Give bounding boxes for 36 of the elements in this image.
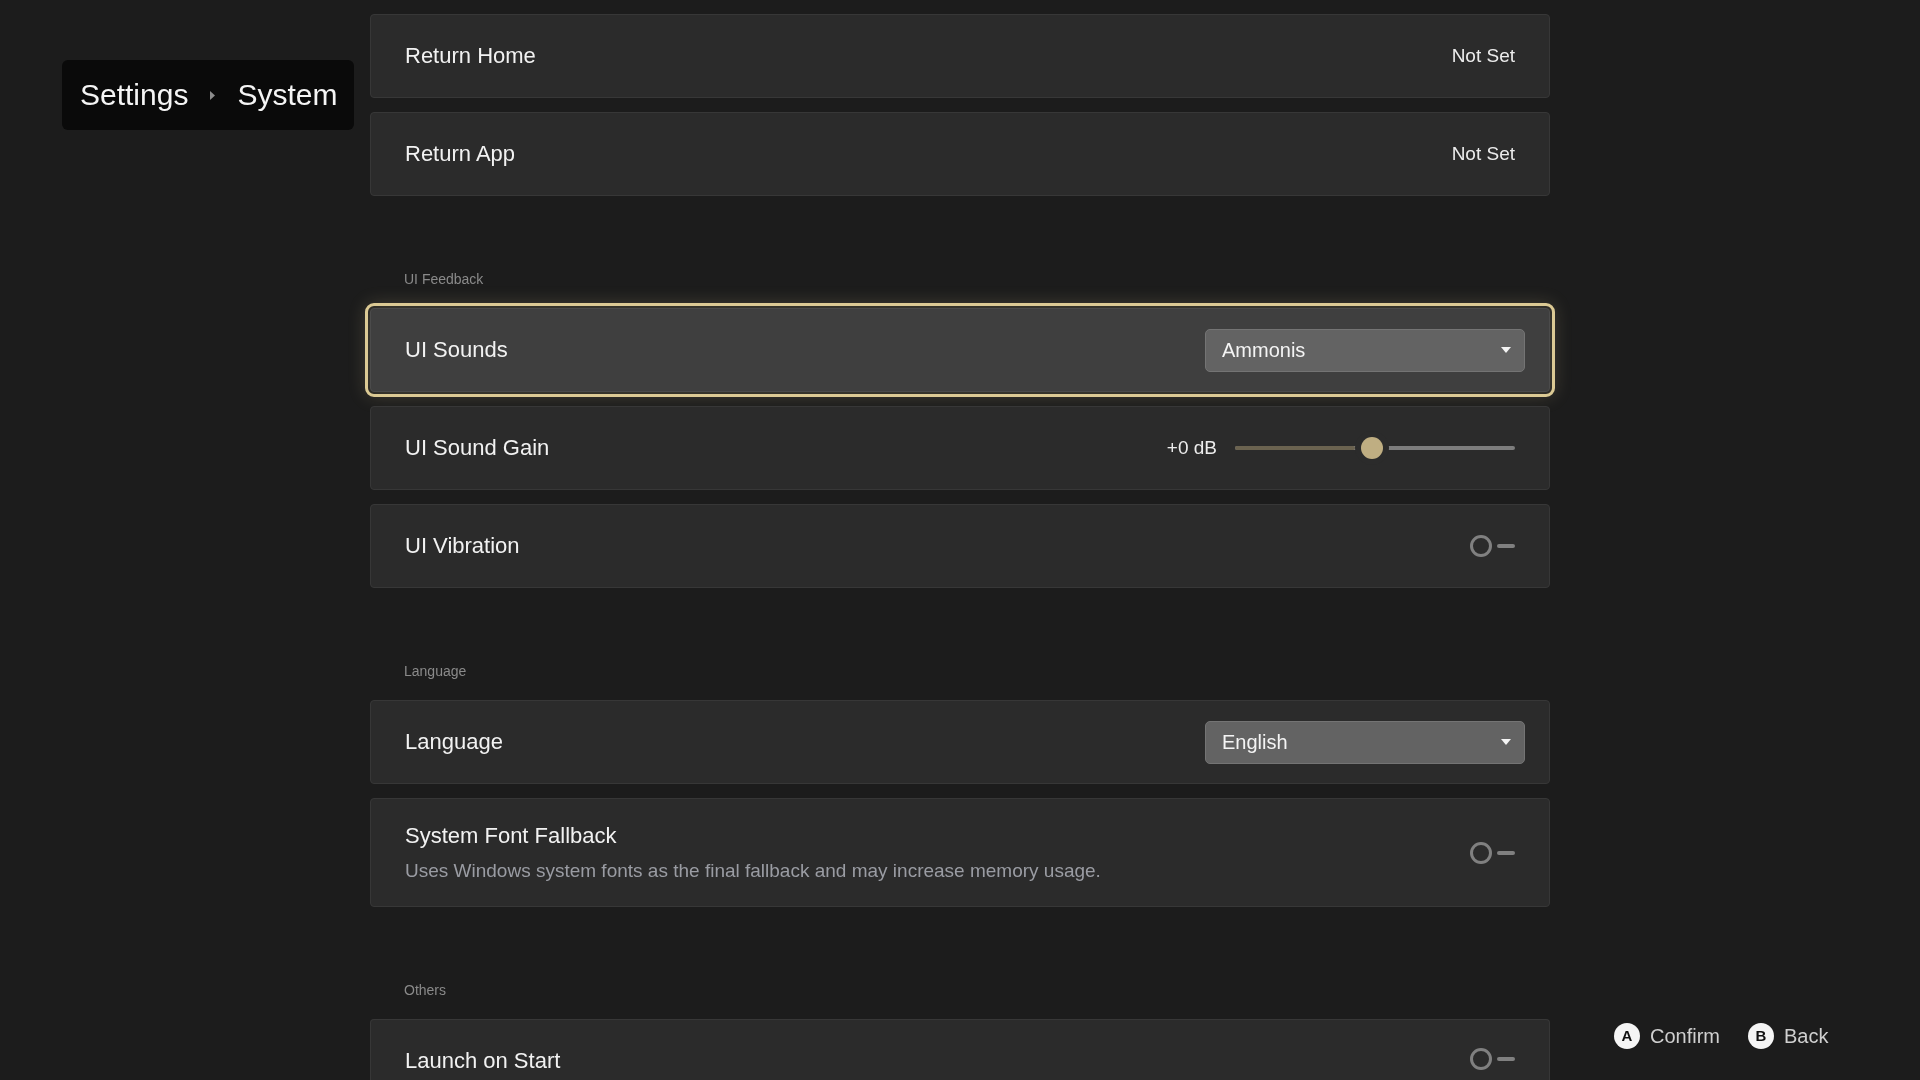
setting-row[interactable]: UI Vibration	[370, 504, 1550, 588]
dropdown-select[interactable]: Ammonis	[1205, 328, 1525, 372]
gain-reading: +0 dB	[1166, 435, 1217, 460]
toggle-switch[interactable]	[1469, 534, 1515, 558]
caret-down-icon	[1501, 347, 1511, 353]
setting-row[interactable]: System Font Fallback Uses Windows system fonts as the final fallback and may increase memory usage.	[370, 798, 1550, 907]
setting-description: Uses Windows system fonts as the final fallback and may increase memory usage.	[405, 859, 1101, 883]
setting-row[interactable]: UI Sound Gain +0 dB	[370, 406, 1550, 490]
section-heading: UI Feedback	[404, 270, 484, 288]
toggle-switch[interactable]	[1469, 1047, 1515, 1071]
key-glyph: A	[1614, 1023, 1640, 1049]
hint-label[interactable]: Confirm	[1650, 1021, 1720, 1051]
setting-label: UI Vibration	[405, 532, 520, 560]
setting-row[interactable]: Return Home Not Set	[370, 14, 1550, 98]
key-glyph: B	[1748, 1023, 1774, 1049]
setting-row[interactable]: Language English	[370, 700, 1550, 784]
dropdown-select[interactable]: English	[1205, 720, 1525, 764]
toggle-switch[interactable]	[1469, 840, 1515, 865]
setting-row[interactable]: Launch on Start	[370, 1019, 1550, 1080]
setting-label: UI Sounds	[405, 336, 508, 364]
setting-label: Return Home	[405, 42, 536, 70]
setting-value: Not Set	[1451, 141, 1515, 166]
setting-row[interactable]: Return App Not Set	[370, 112, 1550, 196]
setting-label: Language	[405, 728, 503, 756]
breadcrumb-item[interactable]: System	[237, 77, 338, 113]
section-heading: Language	[404, 662, 467, 680]
hint-label[interactable]: Back	[1784, 1021, 1829, 1051]
breadcrumb-item[interactable]: Settings	[80, 77, 189, 113]
setting-value: Not Set	[1451, 43, 1515, 68]
setting-label: System Font Fallback	[405, 822, 618, 850]
caret-down-icon	[1501, 739, 1511, 745]
setting-label: Launch on Start	[405, 1047, 561, 1075]
caret-right-icon	[210, 90, 216, 100]
section-heading: Others	[404, 981, 446, 999]
setting-label: Return App	[405, 140, 516, 168]
setting-label: UI Sound Gain	[405, 434, 550, 462]
